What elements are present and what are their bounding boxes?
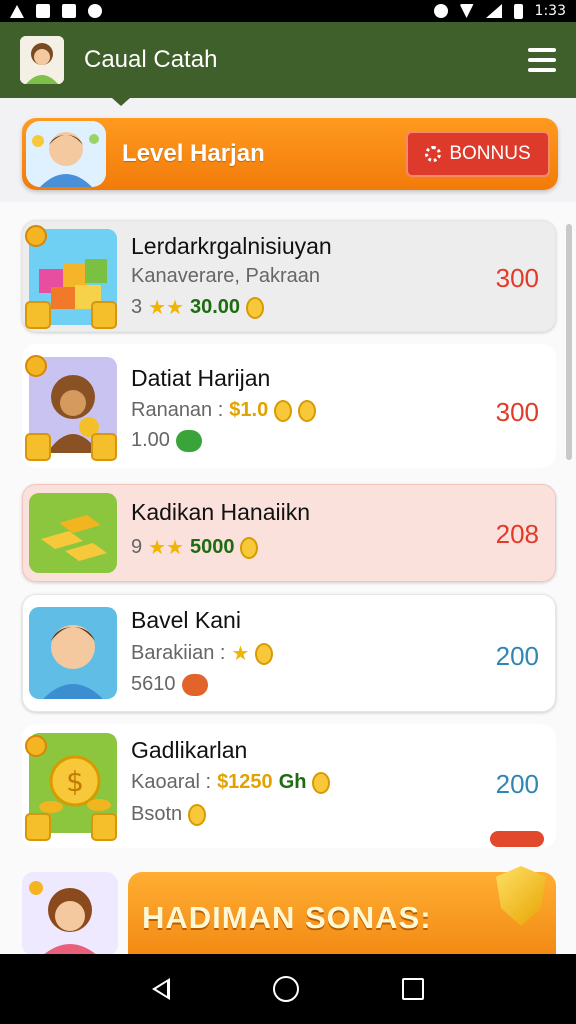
wifi-icon [459, 4, 474, 18]
coin-icon [91, 433, 117, 461]
recents-icon[interactable] [402, 978, 425, 1000]
points-value: 200 [495, 641, 539, 671]
coin-icon [312, 771, 331, 794]
list-item[interactable]: Datiat Harijan Rananan : $1.0 1.00 300 [22, 344, 556, 468]
points-value: 300 [495, 263, 539, 293]
card-stats: Bsotn [131, 803, 207, 826]
boy-avatar-icon [26, 121, 106, 187]
boy-thumbnail [29, 607, 117, 699]
card-stats: 1.00 [131, 429, 202, 452]
card-title: Gadlikarlan [131, 737, 248, 763]
card-subtitle: Kanaverare, Pakraan [131, 265, 321, 287]
girl-avatar-icon [20, 36, 64, 84]
badge-icon [181, 673, 208, 696]
card-subtitle: Barakiian : ★ [131, 641, 274, 666]
card-title: Lerdarkrgalnisiuyan [131, 233, 332, 259]
level-banner: Level Harjan BONNUS [22, 118, 558, 190]
coin-icon [25, 301, 51, 329]
level-title: Level Harjan [122, 140, 265, 167]
list-item[interactable]: Kadikan Hanaiikn 9 ★★ 5000 208 [22, 484, 556, 582]
menu-icon[interactable] [528, 48, 556, 72]
status-time: 1:33 [534, 3, 566, 19]
coin-icon [255, 642, 274, 665]
bonus-button-label: BONNUS [449, 143, 531, 164]
gold-bars-thumbnail [29, 493, 117, 573]
home-icon[interactable] [272, 976, 299, 1002]
card-subtitle: Rananan : $1.0 [131, 399, 317, 422]
status-left-icons [10, 4, 102, 18]
signal-icon [485, 4, 502, 18]
coin-icon [25, 225, 47, 247]
card-stats: 9 ★★ 5000 [131, 535, 259, 560]
card-title: Datiat Harijan [131, 365, 271, 391]
image-icon [36, 4, 50, 18]
level-avatar [26, 121, 106, 187]
card-title: Kadikan Hanaiikn [131, 499, 311, 525]
app-bar: Caual Catah [0, 22, 576, 106]
battery-icon [513, 3, 523, 19]
coin-icon [246, 296, 265, 319]
list-item[interactable]: Lerdarkrgalnisiuyan Kanaverare, Pakraan … [22, 220, 556, 332]
star-icon: ★★ [148, 537, 184, 559]
status-bar: 1:33 [0, 0, 576, 22]
coin-icon [298, 399, 317, 422]
app-title: Caual Catah [84, 46, 218, 73]
coin-icon [25, 813, 51, 841]
badge-icon [175, 429, 202, 452]
svg-text:$: $ [66, 765, 84, 798]
coin-icon [25, 355, 47, 377]
coin-icon [91, 813, 117, 841]
list-item[interactable]: Bavel Kani Barakiian : ★ 5610 200 [22, 594, 556, 712]
alarm-icon [433, 4, 448, 18]
coin-icon [274, 399, 293, 422]
card-stats: 5610 [131, 673, 208, 696]
coin-icon [240, 536, 259, 559]
bonus-card[interactable]: HADIMAN SONAS: [22, 872, 556, 956]
points-value: 208 [495, 519, 539, 549]
coin-icon [188, 803, 207, 826]
whatsapp-icon [88, 4, 102, 18]
coin-icon [25, 735, 47, 757]
bonus-label: HADIMAN SONAS: [142, 900, 432, 935]
warning-icon [10, 4, 24, 18]
navigation-bar [0, 954, 576, 1024]
back-icon[interactable] [151, 978, 170, 1000]
phone-icon [62, 4, 76, 18]
star-icon: ★★ [148, 297, 184, 319]
star-icon: ★ [231, 643, 250, 665]
points-value: 300 [495, 397, 539, 427]
points-value: 200 [495, 769, 539, 799]
bonus-button[interactable]: BONNUS [406, 131, 550, 177]
status-right-icons: 1:33 [433, 3, 566, 19]
label-tag [490, 831, 544, 847]
scrollbar[interactable] [566, 224, 572, 460]
card-subtitle: Kaoaral : $1250 Gh [131, 771, 331, 794]
coin-icon [91, 301, 117, 329]
bonus-avatar [22, 872, 118, 956]
card-title: Bavel Kani [131, 607, 241, 633]
card-stats: 3 ★★ 30.00 [131, 295, 265, 320]
list-item[interactable]: $ Gadlikarlan Kaoaral : $1250 Gh Bsotn 2… [22, 724, 556, 848]
app-avatar[interactable] [20, 36, 64, 84]
coin-icon [25, 433, 51, 461]
gear-icon [425, 146, 442, 162]
app-bar-notch [112, 98, 130, 106]
